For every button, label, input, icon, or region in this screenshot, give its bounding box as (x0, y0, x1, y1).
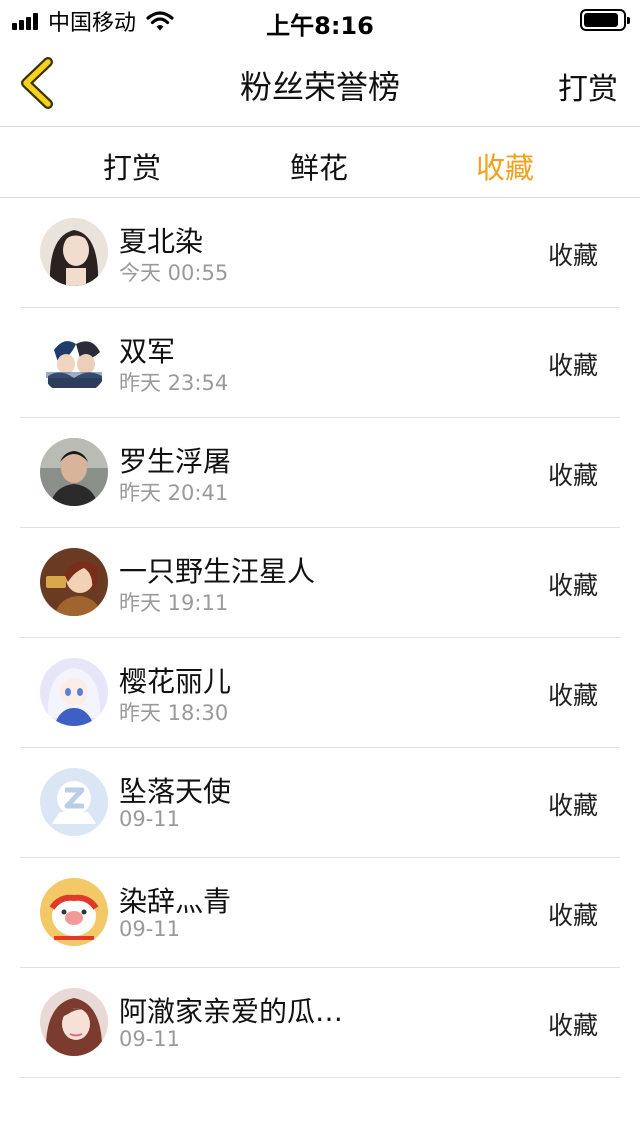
fan-time: 昨天 20:41 (119, 481, 229, 505)
list-item[interactable]: 罗生浮屠 昨天 20:41 收藏 (20, 418, 620, 528)
fan-time: 09-11 (119, 807, 181, 831)
fan-action: 收藏 (547, 571, 598, 600)
tab-favorites[interactable]: 收藏 (435, 145, 575, 187)
nav-bar: 粉丝荣誉榜 打赏 (0, 40, 640, 127)
tab-flowers[interactable]: 鲜花 (249, 145, 389, 187)
fan-action: 收藏 (547, 1011, 598, 1040)
avatar (40, 988, 108, 1056)
fan-action: 收藏 (547, 461, 598, 490)
fan-time: 昨天 18:30 (119, 701, 229, 725)
status-bar: 中国移动 上午8:16 (0, 0, 640, 40)
avatar (40, 878, 108, 946)
fan-name: 阿澈家亲爱的瓜… (119, 995, 344, 1028)
list-item[interactable]: 染辞灬青 09-11 收藏 (20, 858, 620, 968)
fan-time: 09-11 (119, 917, 181, 941)
tab-bar: 打赏 鲜花 收藏 (0, 127, 640, 198)
fan-time: 昨天 23:54 (119, 371, 229, 395)
nav-reward-button[interactable]: 打赏 (558, 64, 618, 108)
avatar (40, 768, 108, 836)
status-time: 上午8:16 (266, 12, 374, 40)
fan-action: 收藏 (547, 681, 598, 710)
fan-name: 樱花丽儿 (119, 665, 232, 698)
fan-name: 坠落天使 (119, 775, 232, 808)
fan-action: 收藏 (547, 351, 598, 380)
fan-name: 一只野生汪星人 (119, 555, 316, 588)
battery-fill (584, 13, 619, 27)
page-title: 粉丝荣誉榜 (239, 68, 400, 106)
avatar (40, 328, 108, 396)
avatar (40, 548, 108, 616)
fan-action: 收藏 (547, 901, 598, 930)
tab-reward[interactable]: 打赏 (62, 145, 202, 187)
fan-name: 双军 (119, 335, 176, 368)
fan-time: 今天 00:55 (119, 261, 229, 285)
avatar (40, 658, 108, 726)
fan-name: 染辞灬青 (119, 885, 232, 918)
fan-time: 09-11 (119, 1027, 181, 1051)
fan-name: 罗生浮屠 (119, 445, 232, 478)
list-item[interactable]: 阿澈家亲爱的瓜… 09-11 收藏 (20, 968, 620, 1078)
list-item[interactable]: 双军 昨天 23:54 收藏 (20, 308, 620, 418)
fan-time: 昨天 19:11 (119, 591, 229, 615)
avatar (40, 438, 108, 506)
battery-icon (580, 9, 630, 31)
list-item[interactable]: 坠落天使 09-11 收藏 (20, 748, 620, 858)
list-item[interactable]: 夏北染 今天 00:55 收藏 (20, 198, 620, 308)
fan-name: 夏北染 (119, 225, 204, 258)
fan-list: 夏北染 今天 00:55 收藏 双军 昨天 23:54 收藏 罗生浮屠 昨天 2… (0, 198, 640, 1078)
fan-action: 收藏 (547, 791, 598, 820)
list-item[interactable]: 一只野生汪星人 昨天 19:11 收藏 (20, 528, 620, 638)
list-item[interactable]: 樱花丽儿 昨天 18:30 收藏 (20, 638, 620, 748)
fan-action: 收藏 (547, 241, 598, 270)
avatar (40, 218, 108, 286)
